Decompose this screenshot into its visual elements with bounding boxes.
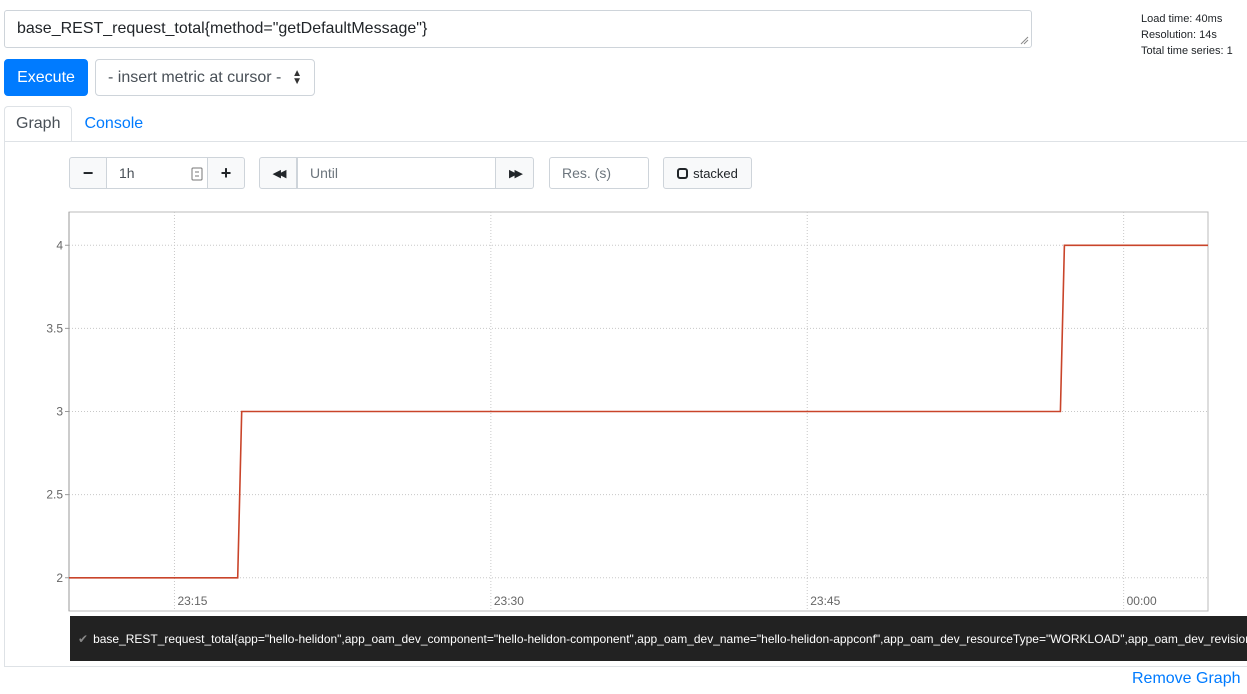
graph-legend: ✔ base_REST_request_total{app="hello-hel…	[70, 616, 1247, 661]
time-series-chart[interactable]: 23:15 23:30 23:45 00:00 2 2.5 3 3.5 4	[0, 0, 1247, 694]
legend-series-label[interactable]: base_REST_request_total{app="hello-helid…	[93, 632, 1247, 646]
y-tick-label: 2.5	[46, 488, 63, 502]
y-tick-label: 3.5	[46, 321, 63, 335]
y-tick-label: 3	[56, 405, 63, 419]
remove-graph-link[interactable]: Remove Graph	[1132, 670, 1241, 688]
x-tick-label: 23:45	[810, 594, 840, 608]
x-tick-label: 00:00	[1127, 594, 1157, 608]
legend-check-icon[interactable]: ✔	[78, 632, 88, 646]
y-tick-label: 4	[56, 238, 63, 252]
x-tick-label: 23:15	[177, 594, 207, 608]
x-tick-label: 23:30	[494, 594, 524, 608]
y-tick-label: 2	[56, 571, 63, 585]
